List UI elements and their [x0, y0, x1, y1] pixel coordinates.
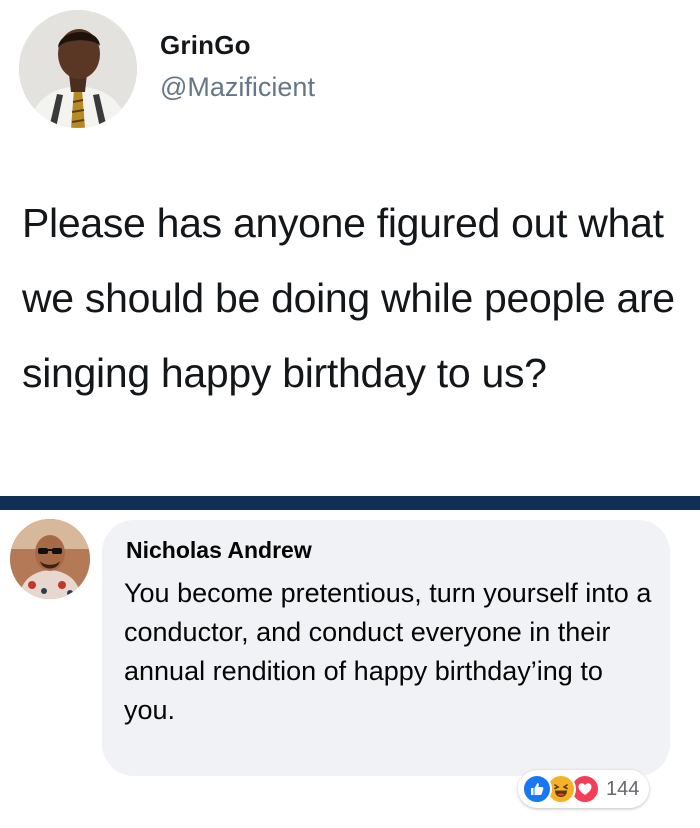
- person-avatar-icon: [10, 519, 90, 599]
- like-icon: [522, 774, 552, 804]
- reaction-count: 144: [606, 777, 640, 800]
- tweet: GrinGo @Mazificient Please has anyone fi…: [0, 0, 700, 496]
- tweet-text: Please has anyone figured out what we sh…: [22, 200, 675, 396]
- person-avatar-icon: [19, 10, 137, 128]
- comment-text: You become pretentious, turn yourself in…: [124, 578, 652, 725]
- tweet-display-name[interactable]: GrinGo: [160, 30, 251, 61]
- comment-avatar[interactable]: [10, 519, 90, 599]
- comment-author-name[interactable]: Nicholas Andrew: [126, 537, 312, 564]
- section-divider: [0, 496, 700, 510]
- reaction-summary[interactable]: 144: [518, 770, 650, 808]
- comment-bubble: Nicholas Andrew You become pretentious, …: [102, 520, 670, 776]
- tweet-avatar[interactable]: [19, 10, 137, 128]
- tweet-handle[interactable]: @Mazificient: [160, 72, 315, 103]
